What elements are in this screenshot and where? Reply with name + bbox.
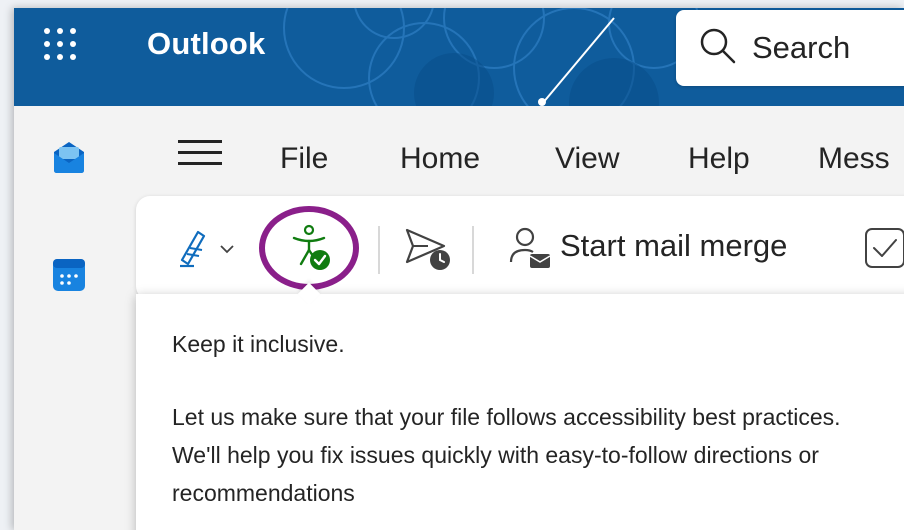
menu-help[interactable]: Help <box>688 142 750 176</box>
accessibility-callout: Keep it inclusive. Let us make sure that… <box>136 294 904 530</box>
toolbar-separator <box>472 226 474 274</box>
toolbar-separator <box>378 226 380 274</box>
menu-home[interactable]: Home <box>400 142 480 176</box>
chevron-down-icon[interactable] <box>220 244 234 254</box>
search-box[interactable]: Search <box>676 10 904 86</box>
app-title: Outlook <box>147 26 266 61</box>
hamburger-menu-icon[interactable] <box>178 140 222 166</box>
menu-message[interactable]: Mess <box>818 142 890 176</box>
app-launcher-button[interactable] <box>44 28 78 62</box>
mail-merge-icon[interactable] <box>508 226 552 272</box>
search-icon <box>700 28 736 64</box>
search-placeholder: Search <box>752 30 851 65</box>
menu-file[interactable]: File <box>280 142 328 176</box>
menu-view[interactable]: View <box>555 142 619 176</box>
schedule-send-icon[interactable] <box>404 226 452 272</box>
checkbox-icon[interactable] <box>864 226 904 270</box>
mail-merge-button-label[interactable]: Start mail merge <box>560 228 787 264</box>
signature-icon[interactable] <box>176 226 210 270</box>
app-rail <box>14 106 126 530</box>
callout-heading: Keep it inclusive. <box>172 331 345 357</box>
highlight-ring <box>259 206 359 290</box>
callout-body: Let us make sure that your file follows … <box>172 404 841 506</box>
app-header: Outlook Search <box>14 8 904 106</box>
outlook-window: Outlook Search File Home View Help Mess … <box>14 8 904 530</box>
mail-app-icon[interactable] <box>50 138 88 176</box>
calendar-app-icon[interactable] <box>52 258 86 292</box>
ribbon-toolbar: Start mail merge <box>136 196 904 300</box>
menu-bar: File Home View Help Mess <box>134 106 904 196</box>
